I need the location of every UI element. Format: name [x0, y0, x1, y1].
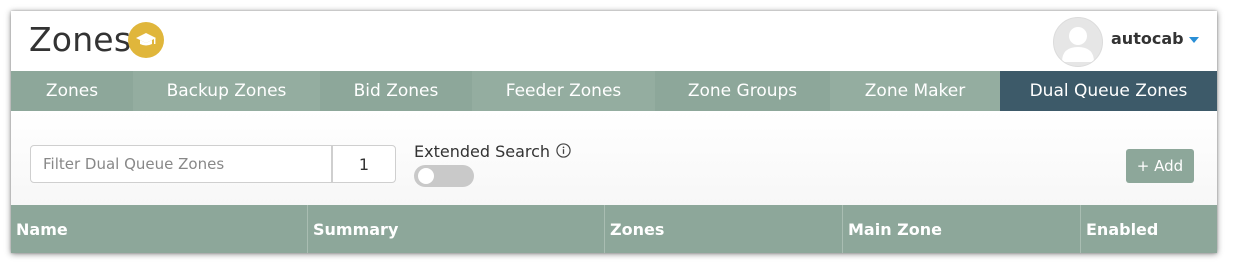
tab-zone-groups[interactable]: Zone Groups [655, 71, 830, 111]
page-count-field[interactable]: 1 [332, 145, 396, 183]
filter-input[interactable] [30, 145, 332, 183]
extended-search-label: Extended Search [414, 142, 551, 161]
page-title: Zones [29, 20, 132, 59]
tab-label: Dual Queue Zones [1029, 81, 1188, 101]
column-zones[interactable]: Zones [605, 205, 843, 253]
table-header: Name Summary Zones Main Zone Enabled [11, 205, 1217, 253]
tab-dual-queue-zones[interactable]: Dual Queue Zones [1000, 71, 1217, 121]
page-header: Zones autocab [11, 11, 1217, 71]
column-summary[interactable]: Summary [308, 205, 605, 253]
column-enabled[interactable]: Enabled [1081, 205, 1217, 253]
user-avatar-icon[interactable] [1053, 17, 1103, 67]
graduation-cap-icon[interactable] [128, 22, 164, 58]
zone-tabs: Zones Backup Zones Bid Zones Feeder Zone… [11, 71, 1217, 121]
toggle-knob [418, 168, 434, 184]
tab-label: Zone Maker [864, 81, 966, 101]
caret-down-icon[interactable] [1189, 37, 1199, 43]
column-name[interactable]: Name [11, 205, 308, 253]
tab-label: Zone Groups [687, 81, 798, 101]
tab-zones[interactable]: Zones [11, 71, 133, 111]
tab-zone-maker[interactable]: Zone Maker [830, 71, 1000, 111]
tab-label: Bid Zones [353, 81, 439, 101]
tab-bid-zones[interactable]: Bid Zones [320, 71, 472, 111]
filter-toolbar: 1 Extended Search + Add [11, 111, 1217, 205]
extended-search-toggle[interactable] [414, 165, 474, 187]
user-menu-name[interactable]: autocab [1111, 29, 1184, 48]
add-button[interactable]: + Add [1126, 149, 1194, 183]
tab-backup-zones[interactable]: Backup Zones [133, 71, 320, 111]
dual-queue-zones-panel: Zones autocab Zones Backup Zones Bid Zon… [11, 11, 1217, 253]
tab-feeder-zones[interactable]: Feeder Zones [472, 71, 655, 111]
column-main-zone[interactable]: Main Zone [843, 205, 1081, 253]
info-icon[interactable] [556, 143, 571, 158]
tab-label: Backup Zones [166, 81, 287, 101]
tab-label: Feeder Zones [505, 81, 622, 101]
tab-label: Zones [45, 81, 99, 101]
